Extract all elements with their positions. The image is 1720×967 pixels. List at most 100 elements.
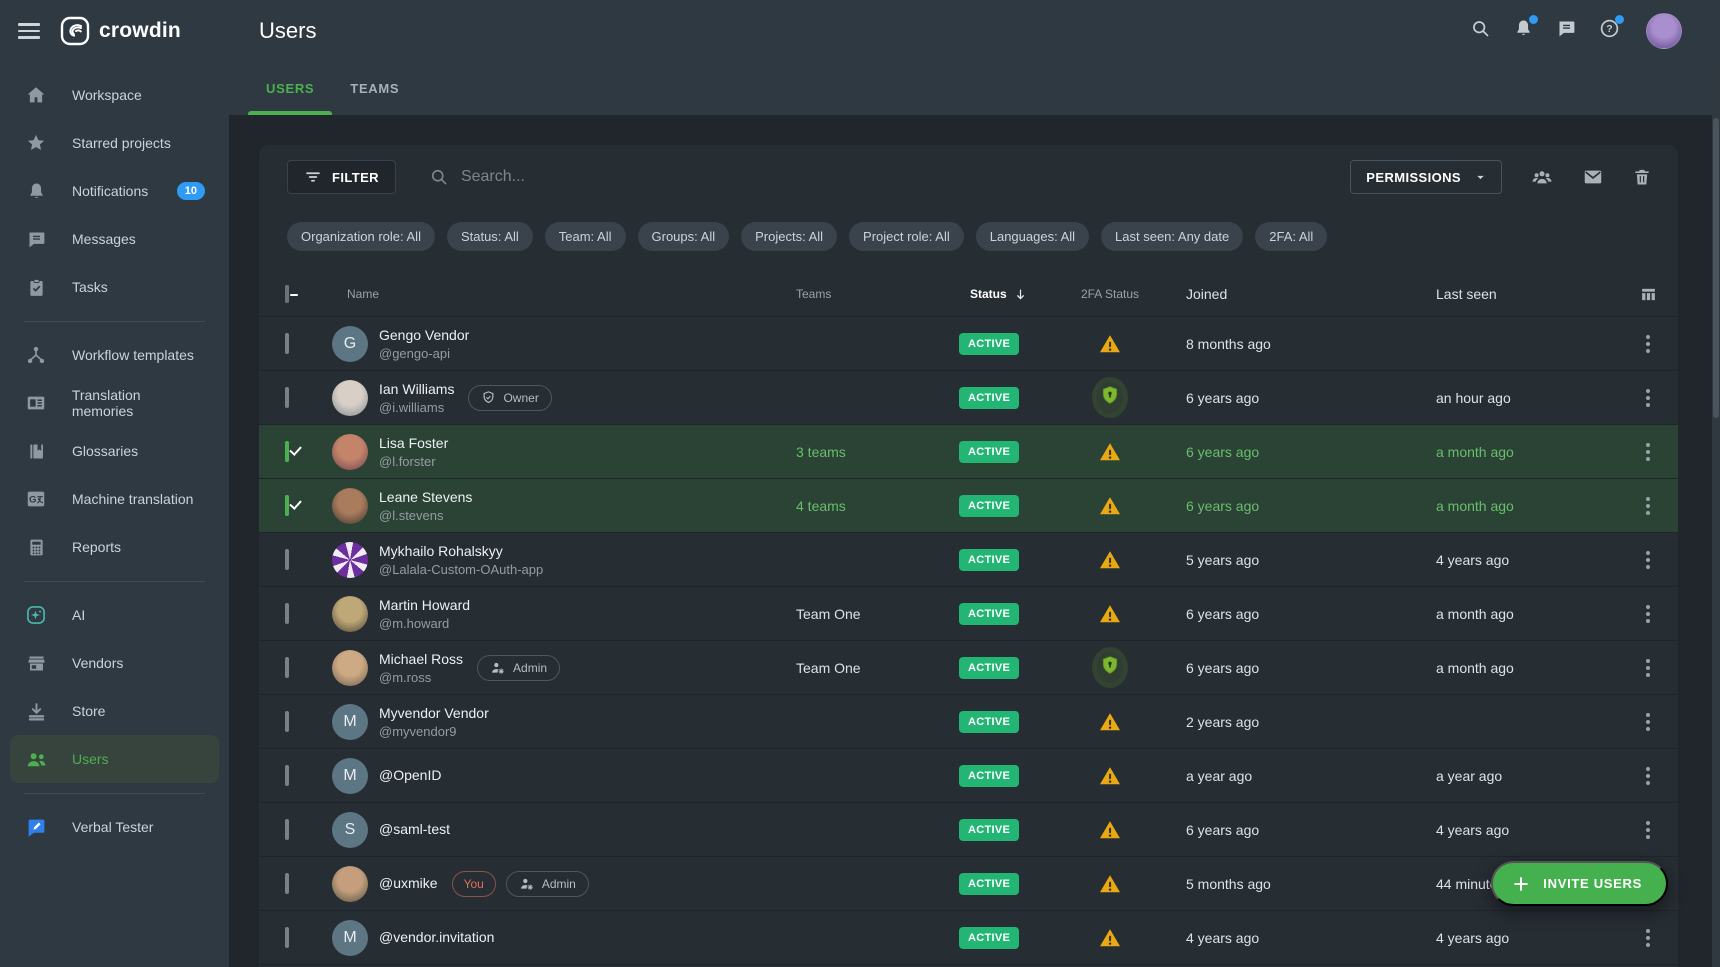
row-menu-kebab-icon[interactable] [1640,817,1656,843]
page-title: Users [259,18,316,44]
row-menu-kebab-icon[interactable] [1640,331,1656,357]
user-name[interactable]: Martin Howard [379,597,470,614]
column-header-2fa[interactable]: 2FA Status [1064,287,1156,301]
user-name[interactable]: Mykhailo Rohalskyy [379,543,543,560]
row-checkbox[interactable] [285,549,289,570]
user-name[interactable]: Gengo Vendor [379,327,469,344]
search-icon[interactable] [1470,18,1491,44]
sidebar-item-tasks[interactable]: Tasks [10,263,219,311]
user-name[interactable]: Myvendor Vendor [379,705,489,722]
select-all-checkbox[interactable] [285,285,289,303]
search-input[interactable] [461,168,781,186]
row-menu-kebab-icon[interactable] [1640,925,1656,951]
row-menu-kebab-icon[interactable] [1640,709,1656,735]
row-checkbox[interactable] [285,657,289,678]
user-name[interactable]: Leane Stevens [379,489,472,506]
filter-chip[interactable]: Last seen: Any date [1101,222,1243,251]
filter-chip[interactable]: Languages: All [976,222,1089,251]
user-name[interactable]: @saml-test [379,821,450,838]
row-checkbox[interactable] [285,441,289,462]
user-name[interactable]: @OpenID [379,767,441,784]
sidebar-item-store[interactable]: Store [10,687,219,735]
joined-cell: 6 years ago [1156,390,1386,406]
sidebar-item-label: Starred projects [72,135,171,151]
filter-chip[interactable]: Groups: All [638,222,730,251]
teams-cell[interactable]: 4 teams [796,498,846,514]
delete-icon[interactable] [1632,167,1652,187]
row-checkbox[interactable] [285,387,289,408]
tab-users[interactable]: USERS [248,62,332,115]
sidebar-item-workflow-templates[interactable]: Workflow templates [10,331,219,379]
row-checkbox[interactable] [285,711,289,732]
invite-users-button[interactable]: INVITE USERS [1491,861,1668,906]
tab-teams[interactable]: TEAMS [332,62,417,115]
filter-chip[interactable]: Projects: All [741,222,837,251]
row-checkbox[interactable] [285,603,289,624]
sidebar-item-verbal-tester[interactable]: Verbal Tester [10,803,219,851]
row-menu-kebab-icon[interactable] [1640,601,1656,627]
row-menu-kebab-icon[interactable] [1640,385,1656,411]
teams-cell: Team One [796,606,861,622]
teams-cell[interactable]: 3 teams [796,444,846,460]
row-menu-kebab-icon[interactable] [1640,439,1656,465]
twofa-warning-icon [1098,926,1122,950]
email-icon[interactable] [1582,166,1604,188]
user-name[interactable]: Ian Williams [379,381,454,398]
user-avatar [332,650,368,686]
column-header-name[interactable]: Name [319,287,796,301]
column-header-status[interactable]: Status [959,287,1064,302]
sidebar-item-starred-projects[interactable]: Starred projects [10,119,219,167]
row-menu-kebab-icon[interactable] [1640,547,1656,573]
groups-icon[interactable] [1530,165,1554,189]
scrollbar[interactable] [1712,62,1720,967]
joined-cell: 6 years ago [1156,822,1386,838]
row-checkbox[interactable] [285,333,289,354]
row-checkbox[interactable] [285,873,289,894]
user-username: @l.stevens [379,508,472,523]
user-name[interactable]: Michael Ross [379,651,463,668]
row-menu-kebab-icon[interactable] [1640,493,1656,519]
sidebar-item-notifications[interactable]: Notifications10 [10,167,219,215]
filter-chip[interactable]: Status: All [447,222,533,251]
filter-chip[interactable]: 2FA: All [1255,222,1327,251]
brand-logo[interactable]: crowdin [60,16,181,46]
column-header-teams[interactable]: Teams [796,287,959,301]
column-settings-icon[interactable] [1618,286,1678,303]
user-name[interactable]: Lisa Foster [379,435,448,452]
plus-icon [1511,874,1531,894]
filter-button[interactable]: FILTER [287,160,396,194]
messages-icon[interactable] [1556,18,1577,44]
last-seen-cell: a month ago [1386,660,1618,676]
permissions-dropdown[interactable]: PERMISSIONS [1350,160,1502,194]
sidebar-item-ai[interactable]: AI [10,591,219,639]
row-checkbox[interactable] [285,819,289,840]
user-name[interactable]: @uxmike [379,875,438,892]
filter-chip[interactable]: Organization role: All [287,222,435,251]
sidebar-item-reports[interactable]: Reports [10,523,219,571]
person-gear-icon [519,876,535,892]
sidebar-item-messages[interactable]: Messages [10,215,219,263]
scrollbar-thumb[interactable] [1713,118,1719,418]
profile-avatar[interactable] [1646,13,1682,49]
row-checkbox[interactable] [285,495,289,516]
filter-chip[interactable]: Team: All [545,222,626,251]
user-name[interactable]: @vendor.invitation [379,929,494,946]
row-checkbox[interactable] [285,927,289,948]
filter-chip[interactable]: Project role: All [849,222,964,251]
sidebar-item-workspace[interactable]: Workspace [10,71,219,119]
sidebar-item-glossaries[interactable]: Glossaries [10,427,219,475]
search-icon [429,167,449,187]
row-checkbox[interactable] [285,765,289,786]
row-menu-kebab-icon[interactable] [1640,655,1656,681]
sidebar-item-translation-memories[interactable]: Translation memories [10,379,219,427]
notifications-icon[interactable] [1513,18,1534,44]
column-header-joined[interactable]: Joined [1156,286,1386,302]
sidebar-item-machine-translation[interactable]: GMachine translation [10,475,219,523]
sidebar-item-users[interactable]: Users [10,735,219,783]
help-icon[interactable]: ? [1599,18,1620,44]
row-menu-kebab-icon[interactable] [1640,763,1656,789]
you-badge: You [452,871,496,897]
hamburger-menu-icon[interactable] [18,23,40,39]
column-header-last-seen[interactable]: Last seen [1386,286,1618,302]
sidebar-item-vendors[interactable]: Vendors [10,639,219,687]
